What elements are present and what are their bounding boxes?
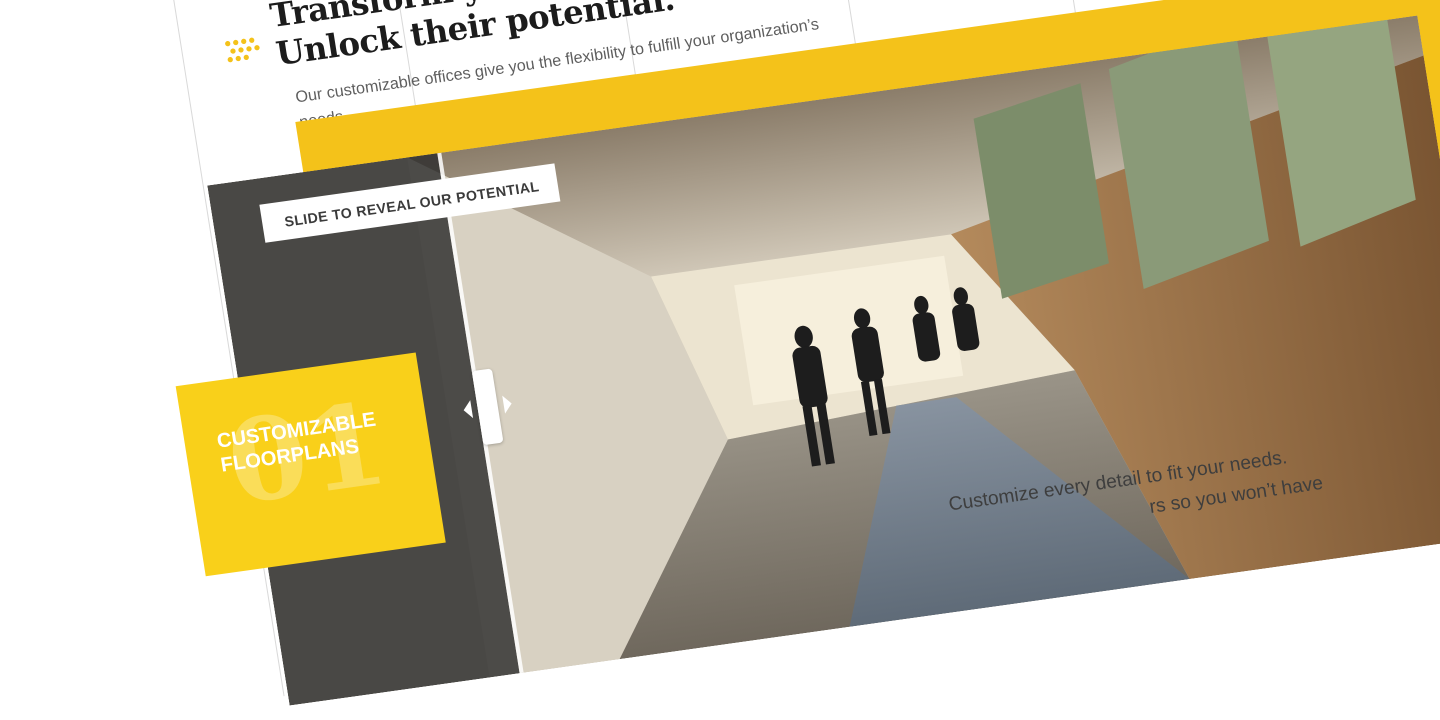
tilted-page: Transform your workspac Unlock their pot… xyxy=(0,0,1440,720)
feature-card: 01 CUSTOMIZABLE FLOORPLANS xyxy=(175,352,446,577)
yellow-dots-icon xyxy=(223,34,271,66)
page-stage: Transform your workspac Unlock their pot… xyxy=(0,0,1440,720)
